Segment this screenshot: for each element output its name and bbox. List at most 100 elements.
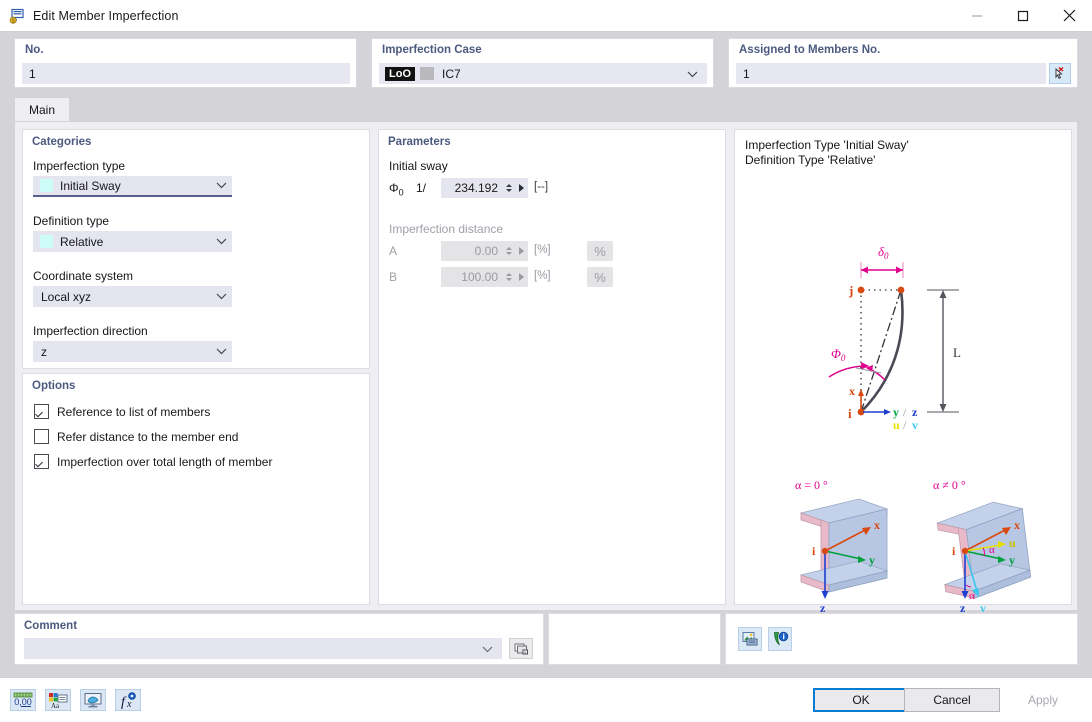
svg-text:i: i	[848, 406, 852, 421]
initial-sway-input[interactable]: 234.192	[441, 178, 528, 198]
svg-text:x: x	[126, 699, 132, 709]
comment-input[interactable]	[24, 638, 502, 659]
minimize-button[interactable]	[954, 0, 1000, 31]
info-help-icon[interactable]	[768, 627, 792, 651]
svg-text:x: x	[524, 649, 526, 654]
checkbox-icon[interactable]	[34, 404, 49, 419]
display-properties-icon[interactable]: A a	[45, 689, 71, 711]
no-input[interactable]: 1	[22, 63, 350, 84]
distance-a-label: A	[389, 244, 398, 258]
imperfection-type-label: Imperfection type	[33, 159, 126, 173]
svg-text:Φ0: Φ0	[831, 346, 846, 363]
decimal-places-icon[interactable]: 0,00	[10, 689, 36, 711]
checkbox-icon[interactable]	[34, 454, 49, 469]
diagram-panel: Imperfection Type 'Initial Sway' Definit…	[734, 129, 1072, 615]
expand-arrow-icon[interactable]	[519, 184, 524, 192]
categories-title: Categories	[32, 136, 92, 148]
chevron-down-icon[interactable]	[687, 67, 698, 81]
svg-text:y: y	[1009, 553, 1015, 567]
assigned-members-groupbox: Assigned to Members No. 1	[728, 38, 1078, 88]
view-settings-icon[interactable]	[80, 689, 106, 711]
parameters-panel: Parameters Initial sway Φ0 1/ 234.192 [-…	[378, 129, 726, 605]
imperfection-case-groupbox: Imperfection Case LoO IC7	[371, 38, 714, 88]
svg-text:/: /	[903, 405, 907, 419]
spinner-icon[interactable]	[503, 179, 514, 197]
assigned-members-label: Assigned to Members No.	[739, 44, 881, 56]
imperfection-direction-value: z	[41, 344, 47, 359]
option-imperfection-over-total-length[interactable]: Imperfection over total length of member	[34, 454, 272, 469]
chevron-down-icon[interactable]	[210, 238, 232, 245]
window-title: Edit Member Imperfection	[33, 8, 179, 23]
coordinate-system-label: Coordinate system	[33, 269, 134, 283]
initial-sway-prefix: 1/	[416, 181, 427, 195]
categories-panel: Categories Imperfection type Initial Swa…	[22, 129, 370, 369]
options-title: Options	[32, 380, 76, 392]
imperfection-type-swatch	[40, 179, 53, 192]
imperfection-type-combo[interactable]: Initial Sway	[33, 176, 232, 197]
cancel-button[interactable]: Cancel	[904, 688, 1000, 712]
definition-type-combo[interactable]: Relative	[33, 231, 232, 252]
chevron-down-icon[interactable]	[210, 348, 232, 355]
no-groupbox: No. 1	[14, 38, 357, 88]
no-label: No.	[25, 44, 44, 56]
distance-b-input: 100.00	[441, 267, 528, 287]
maximize-button[interactable]	[1000, 0, 1046, 31]
imperfection-direction-combo[interactable]: z	[33, 341, 232, 362]
imperfection-case-label: Imperfection Case	[382, 44, 482, 56]
bottom-bar: 0,00 A a f x OK Cancel Apply	[0, 677, 1092, 722]
svg-text:α: α	[969, 590, 975, 602]
distance-b-unit: [%]	[534, 270, 551, 282]
chevron-down-icon[interactable]	[210, 293, 232, 300]
svg-text:y: y	[869, 553, 875, 567]
chevron-down-icon[interactable]	[210, 182, 232, 189]
comment-side-panel	[548, 613, 721, 665]
diagram-caption-line1: Imperfection Type 'Initial Sway'	[745, 138, 909, 152]
distance-a-unit: [%]	[534, 244, 551, 256]
checkbox-icon[interactable]	[34, 429, 49, 444]
distance-a-value: 0.00	[474, 244, 498, 258]
svg-text:x: x	[1014, 518, 1020, 532]
diagram-caption-line2: Definition Type 'Relative'	[745, 153, 876, 167]
option-label: Reference to list of members	[57, 404, 211, 419]
option-reference-to-list-of-members[interactable]: Reference to list of members	[34, 404, 210, 419]
imperfection-case-combo[interactable]: LoO IC7	[379, 63, 707, 84]
imperfection-case-tag: LoO	[385, 66, 415, 81]
distance-b-percent-button: %	[587, 267, 613, 287]
svg-text:x: x	[849, 384, 855, 398]
assigned-members-input[interactable]: 1	[736, 63, 1046, 84]
imperfection-direction-label: Imperfection direction	[33, 324, 148, 338]
coordinate-system-value: Local xyz	[41, 289, 92, 304]
picture-export-icon[interactable]	[738, 627, 762, 651]
tab-strip: Main	[14, 97, 1078, 122]
close-button[interactable]	[1046, 0, 1092, 31]
svg-text:v: v	[912, 418, 918, 432]
case-color-swatch	[420, 67, 434, 80]
distance-b-label: B	[389, 270, 398, 284]
window-controls	[954, 0, 1092, 31]
comment-groupbox: Comment x	[14, 613, 544, 665]
svg-text:u: u	[1009, 536, 1016, 550]
initial-sway-sketch: δ0 j i Φ0 x y / z u / v L	[823, 240, 1003, 443]
tab-main[interactable]: Main	[14, 97, 70, 122]
option-refer-distance-to-member-end[interactable]: Refer distance to the member end	[34, 429, 238, 444]
svg-text:a: a	[56, 702, 60, 709]
comment-library-icon[interactable]: x	[509, 638, 533, 659]
svg-text:α ≠ 0 °: α ≠ 0 °	[933, 478, 966, 492]
ok-button[interactable]: OK	[813, 688, 909, 712]
formula-icon[interactable]: f x	[115, 689, 141, 711]
coordinate-system-combo[interactable]: Local xyz	[33, 286, 232, 307]
cross-section-sketches: α = 0 ° x y z i α ≠ 0 ° x y u z v i α α	[763, 475, 1063, 618]
svg-text:u: u	[893, 418, 900, 432]
tab-main-label: Main	[28, 103, 55, 117]
chevron-down-icon[interactable]	[482, 642, 493, 656]
svg-text:i: i	[812, 544, 816, 558]
imperfection-case-value: IC7	[442, 66, 461, 81]
comment-title: Comment	[24, 620, 78, 632]
svg-text:α = 0 °: α = 0 °	[795, 478, 828, 492]
svg-text:0,00: 0,00	[14, 697, 32, 707]
svg-text:z: z	[912, 405, 918, 419]
svg-text:δ0: δ0	[878, 244, 889, 261]
phi-symbol: Φ0	[389, 181, 404, 198]
spinner-icon	[503, 242, 514, 260]
pick-members-icon[interactable]	[1049, 63, 1071, 84]
